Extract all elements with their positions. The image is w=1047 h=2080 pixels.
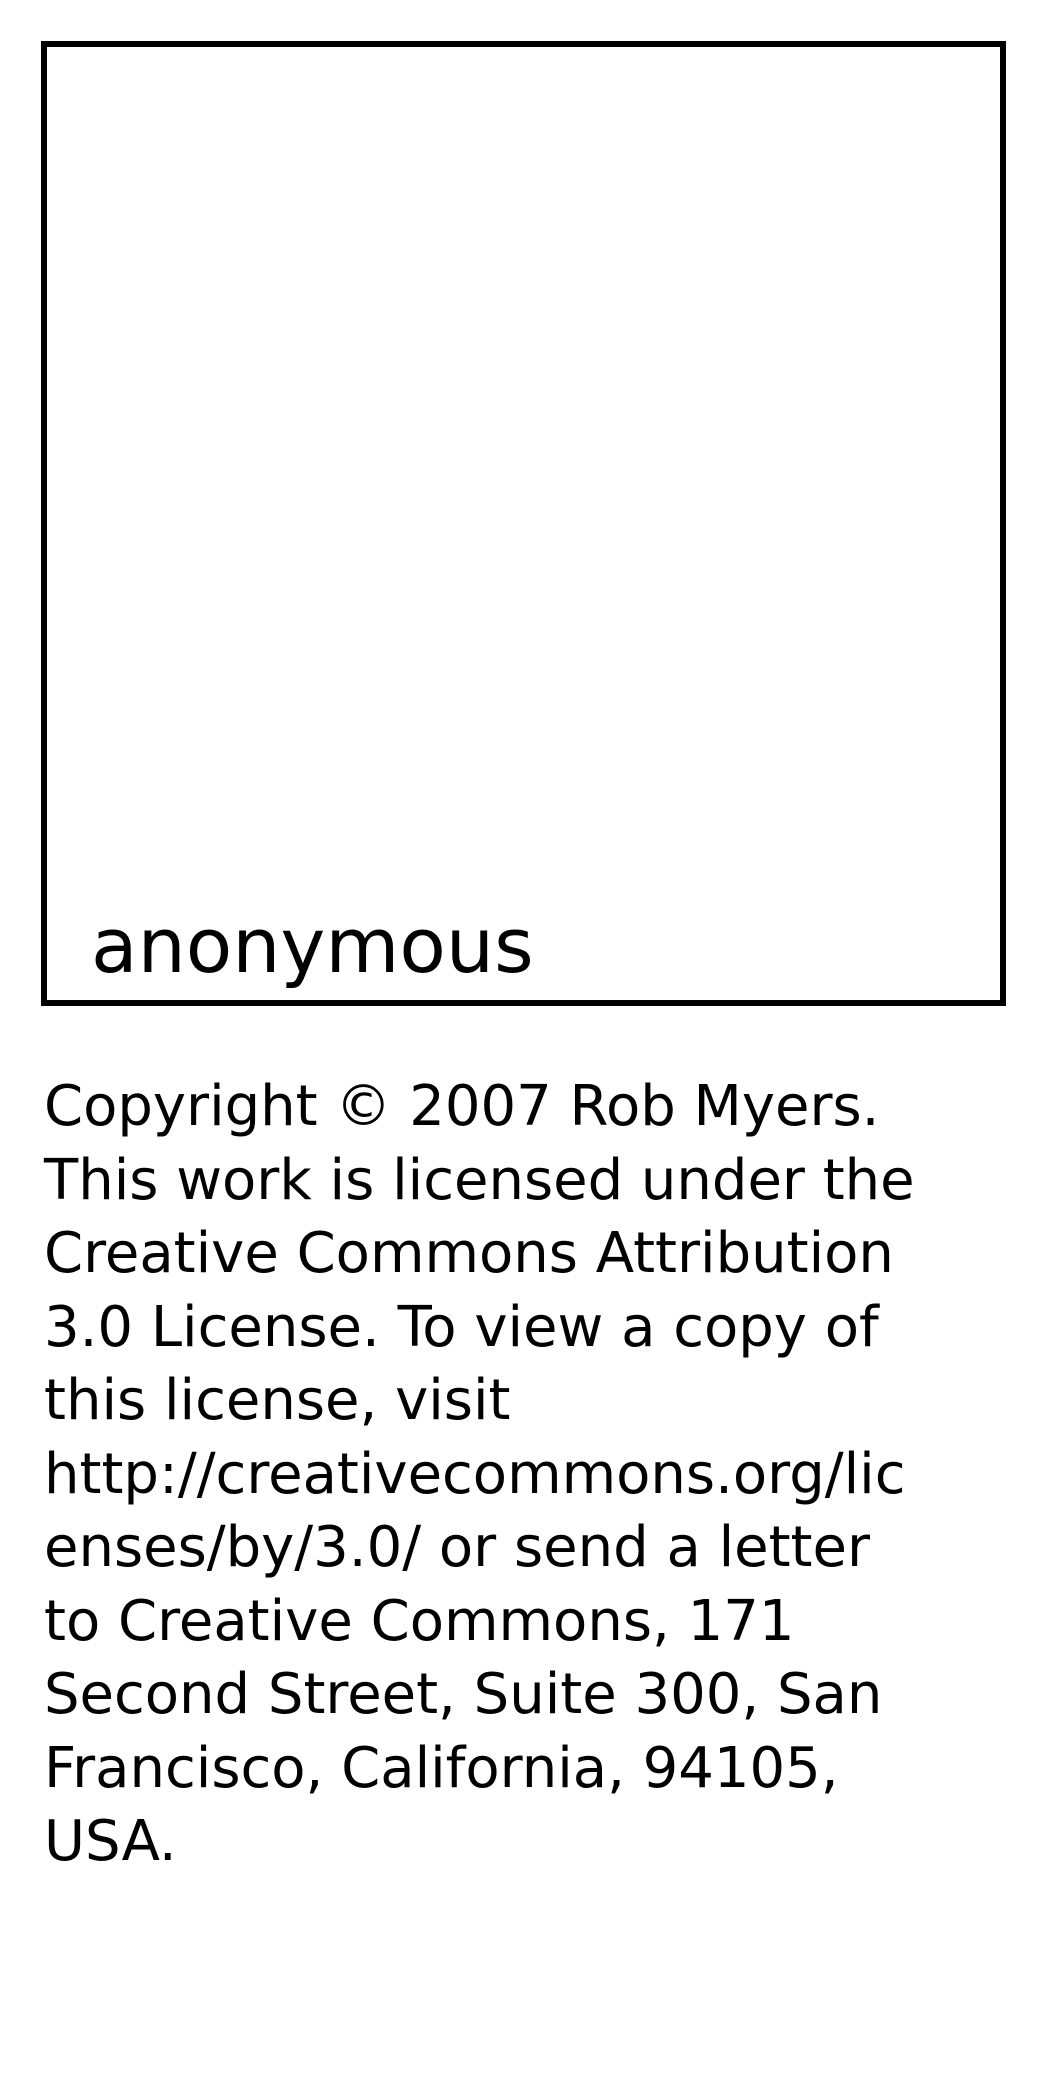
license-line: USA.: [44, 1809, 177, 1874]
license-line: enses/by/3.0/ or send a letter: [44, 1515, 870, 1580]
license-notice: Copyright © 2007 Rob Myers. This work is…: [44, 1070, 1009, 1879]
license-line: Copyright © 2007 Rob Myers.: [44, 1074, 880, 1139]
license-line: Creative Commons Attribution: [44, 1221, 894, 1286]
license-line: This work is licensed under the: [44, 1147, 915, 1213]
license-line: this license, visit: [44, 1368, 511, 1433]
license-line: to Creative Commons, 171: [44, 1588, 795, 1654]
portrait-frame: anonymous: [41, 41, 1006, 1006]
license-line: http://creativecommons.org/lic: [44, 1441, 906, 1507]
license-line: 3.0 License. To view a copy of: [44, 1294, 879, 1360]
portrait-name: anonymous: [91, 901, 534, 990]
license-line: Second Street, Suite 300, San: [44, 1662, 883, 1727]
license-line: Francisco, California, 94105,: [44, 1735, 839, 1801]
